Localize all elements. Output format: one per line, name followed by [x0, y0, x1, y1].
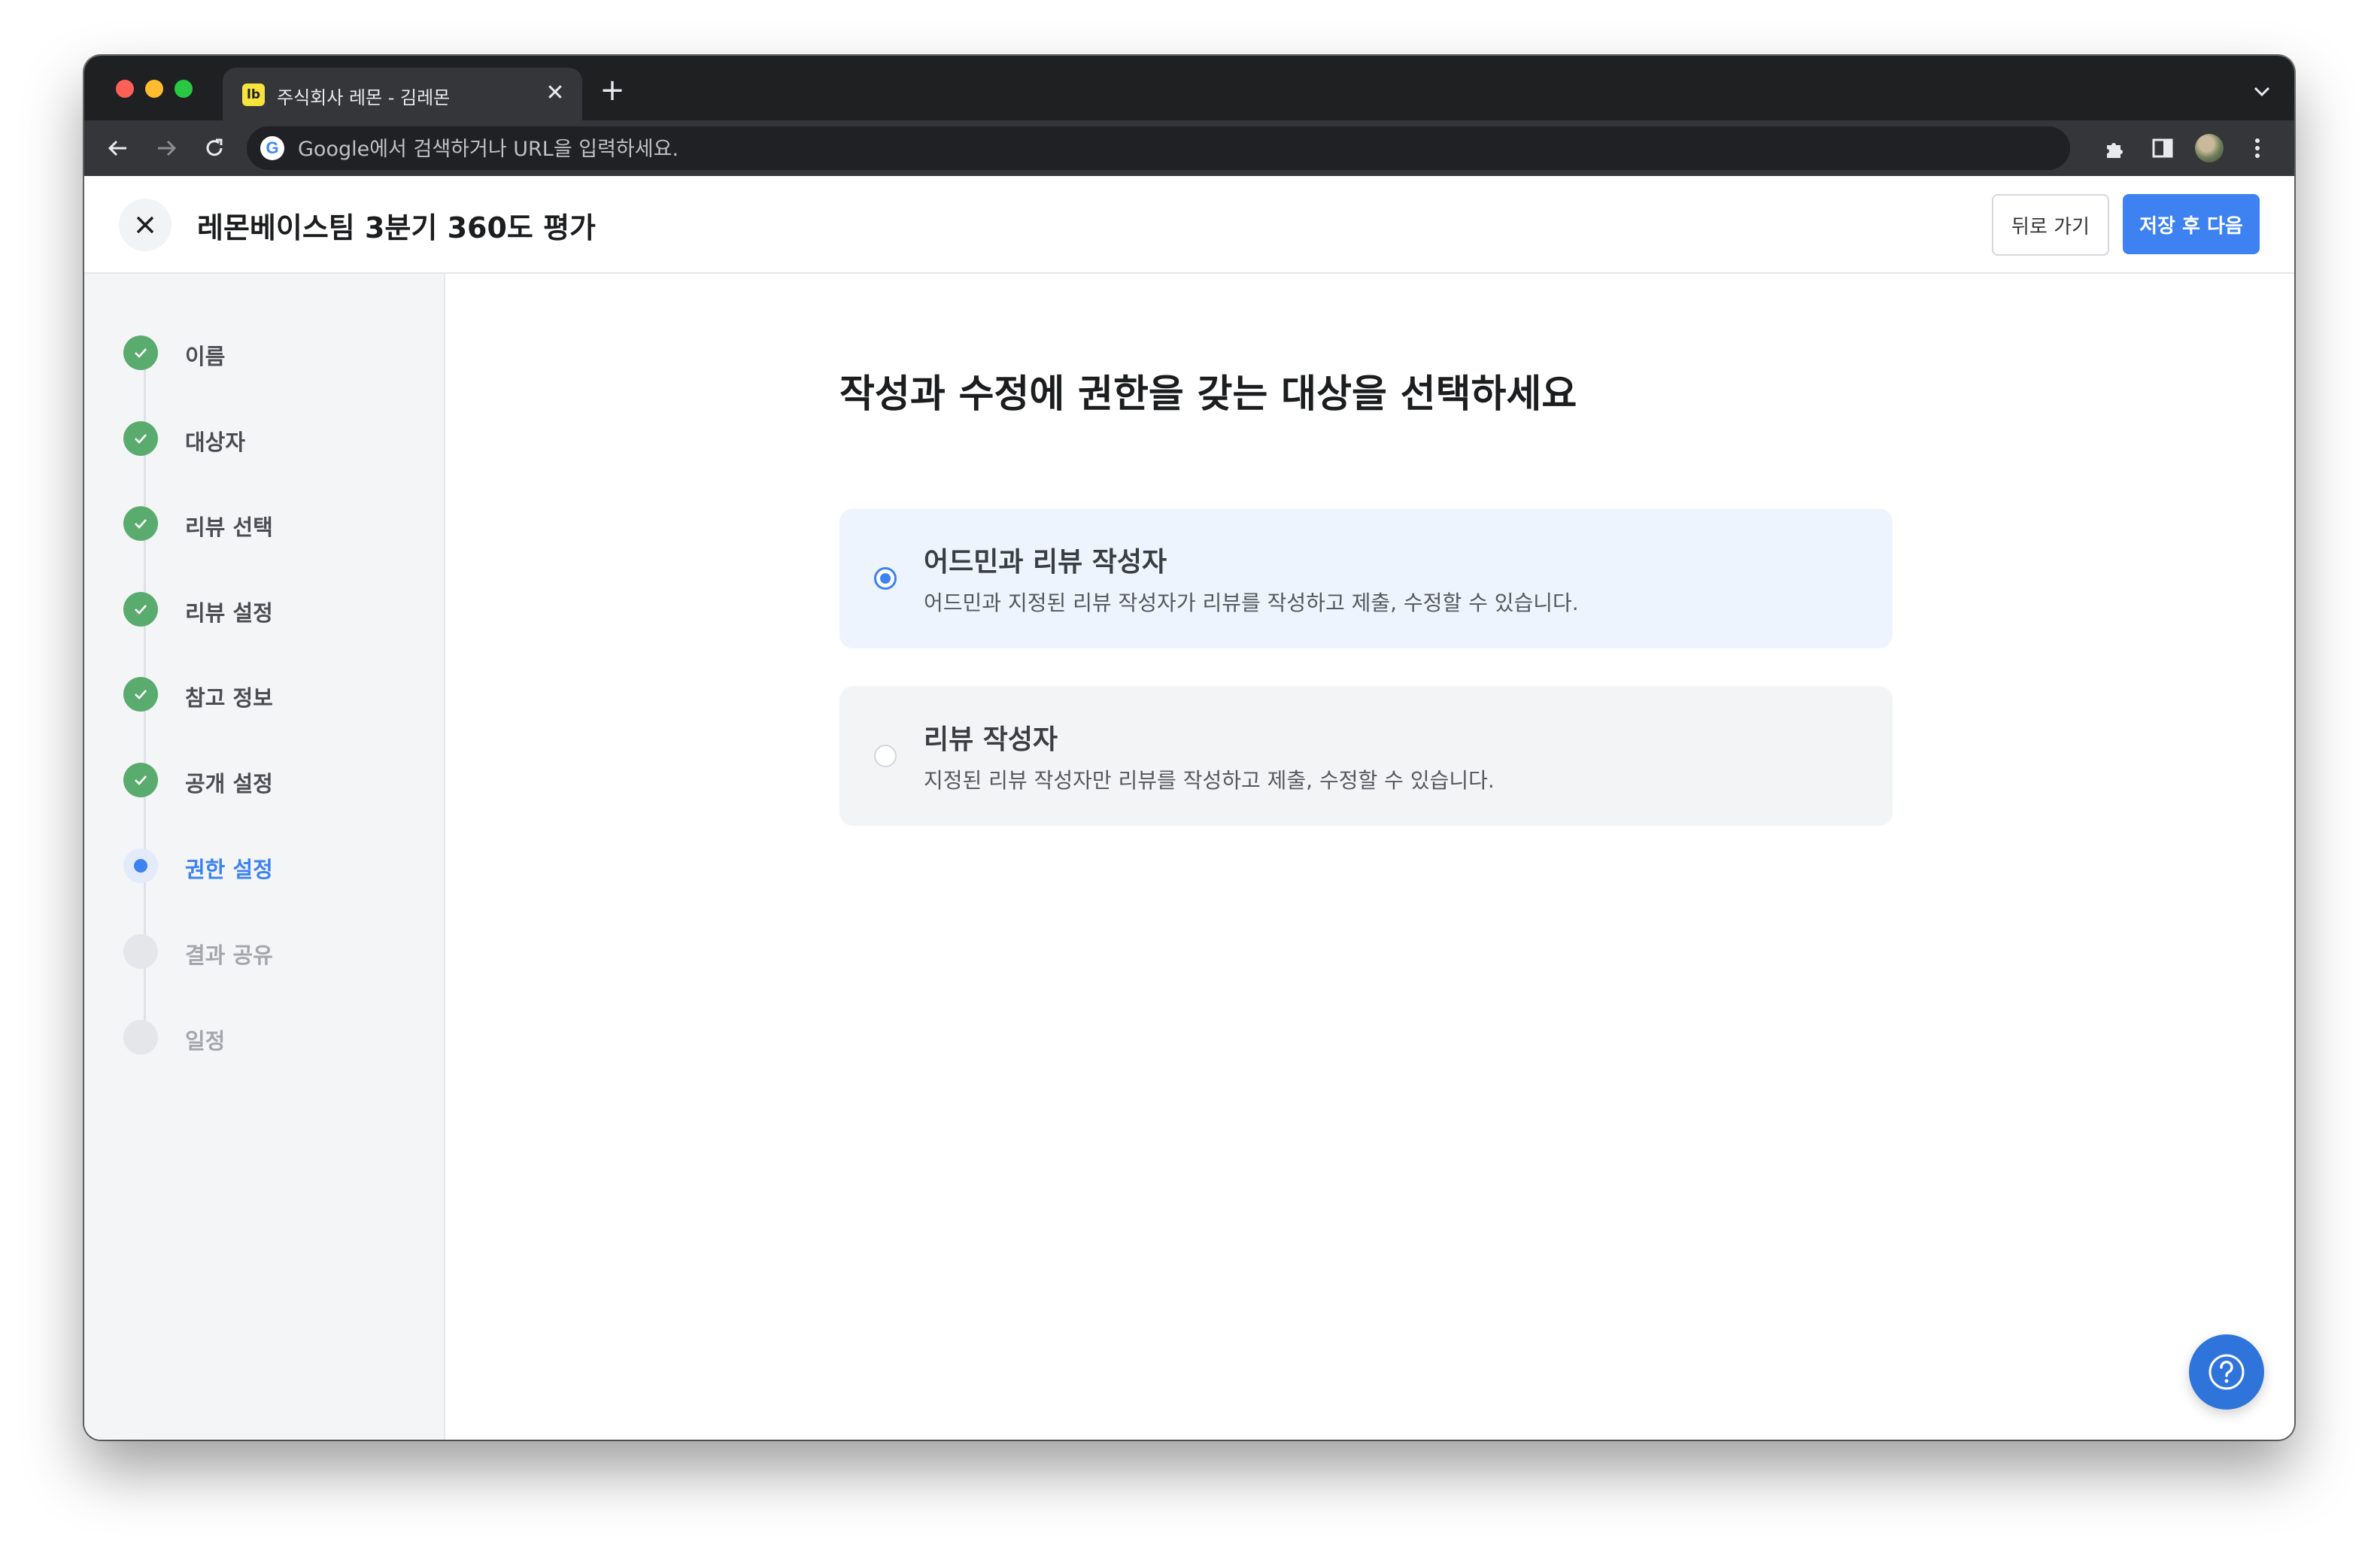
avatar[interactable]	[2190, 129, 2228, 167]
radio-button[interactable]	[874, 745, 897, 767]
tab-strip: lb 주식회사 레몬 - 김레몬 ✕ +	[84, 56, 2294, 120]
profile-avatar-icon	[2195, 134, 2224, 162]
app-header: 레몬베이스팀 3분기 360도 평가 뒤로 가기 저장 후 다음	[84, 176, 2294, 274]
back-arrow-icon[interactable]	[98, 128, 138, 168]
step-label: 이름	[185, 344, 226, 369]
option-description: 어드민과 지정된 리뷰 작성자가 리뷰를 작성하고 제출, 수정할 수 있습니다…	[924, 590, 1579, 615]
browser-window: lb 주식회사 레몬 - 김레몬 ✕ + G Google에서 검색하거나 UR…	[84, 56, 2294, 1440]
close-tab-icon[interactable]: ✕	[542, 80, 569, 107]
option-description: 지정된 리뷰 작성자만 리뷰를 작성하고 제출, 수정할 수 있습니다.	[924, 768, 1495, 793]
step-label: 리뷰 선택	[185, 514, 273, 540]
step-label: 대상자	[185, 429, 246, 455]
address-input[interactable]	[296, 126, 2029, 171]
step-permission-settings[interactable]: 권한 설정	[123, 844, 424, 888]
pending-step-dot-icon	[123, 1020, 158, 1055]
step-label: 결과 공유	[185, 942, 273, 968]
step-name[interactable]: 이름	[123, 331, 424, 375]
option-title: 어드민과 리뷰 작성자	[924, 547, 1167, 578]
step-label: 일정	[185, 1028, 226, 1054]
step-schedule[interactable]: 일정	[123, 1015, 424, 1059]
step-targets[interactable]: 대상자	[123, 417, 424, 460]
browser-toolbar: G	[84, 120, 2294, 176]
check-icon	[123, 506, 158, 541]
zoom-window-button[interactable]	[175, 80, 193, 98]
option-title: 리뷰 작성자	[924, 724, 1058, 755]
close-window-button[interactable]	[116, 80, 134, 98]
minimize-window-button[interactable]	[145, 80, 163, 98]
step-review-settings[interactable]: 리뷰 설정	[123, 587, 424, 631]
section-heading: 작성과 수정에 권한을 갖는 대상을 선택하세요	[839, 372, 1577, 417]
step-sidebar: 이름 대상자 리뷰 선택 리뷰 설정 참고 정보 공개 설정 권한 설정 결과	[84, 274, 445, 1440]
check-icon	[123, 421, 158, 456]
more-vertical-icon[interactable]	[2239, 129, 2276, 167]
close-button[interactable]	[119, 199, 172, 251]
step-label: 참고 정보	[185, 685, 273, 711]
favicon-icon: lb	[242, 83, 265, 106]
step-reference-info[interactable]: 참고 정보	[123, 672, 424, 716]
side-panel-icon[interactable]	[2144, 129, 2181, 167]
step-label: 권한 설정	[185, 857, 273, 882]
help-button[interactable]	[2189, 1334, 2264, 1410]
check-icon	[123, 335, 158, 370]
reload-icon[interactable]	[194, 128, 235, 168]
step-visibility-settings[interactable]: 공개 설정	[123, 758, 424, 802]
address-bar[interactable]: G	[247, 126, 2070, 171]
step-result-share[interactable]: 결과 공유	[123, 930, 424, 973]
chevron-down-icon[interactable]	[2251, 81, 2273, 101]
page-title: 레몬베이스팀 3분기 360도 평가	[197, 211, 597, 244]
check-icon	[123, 677, 158, 712]
check-icon	[123, 592, 158, 627]
tab-title: 주식회사 레몬 - 김레몬	[277, 87, 451, 108]
current-step-dot-icon	[123, 848, 158, 883]
pending-step-dot-icon	[123, 934, 158, 969]
close-icon	[136, 216, 154, 234]
option-reviewer-only[interactable]: 리뷰 작성자 지정된 리뷰 작성자만 리뷰를 작성하고 제출, 수정할 수 있습…	[839, 686, 1893, 826]
radio-button[interactable]	[874, 567, 897, 590]
step-review-select[interactable]: 리뷰 선택	[123, 502, 424, 545]
option-admin-and-reviewer[interactable]: 어드민과 리뷰 작성자 어드민과 지정된 리뷰 작성자가 리뷰를 작성하고 제출…	[839, 508, 1893, 648]
google-icon: G	[260, 136, 284, 160]
new-tab-button[interactable]: +	[597, 75, 627, 105]
main-content: 작성과 수정에 권한을 갖는 대상을 선택하세요 어드민과 리뷰 작성자 어드민…	[445, 274, 2294, 1440]
step-label: 공개 설정	[185, 771, 273, 797]
browser-tab[interactable]: lb 주식회사 레몬 - 김레몬 ✕	[223, 68, 582, 120]
save-next-button[interactable]: 저장 후 다음	[2123, 194, 2260, 254]
help-question-icon	[2208, 1354, 2245, 1390]
step-label: 리뷰 설정	[185, 600, 273, 626]
extensions-puzzle-icon[interactable]	[2096, 129, 2133, 167]
back-button[interactable]: 뒤로 가기	[1992, 194, 2109, 256]
forward-arrow-icon[interactable]	[146, 128, 187, 168]
check-icon	[123, 763, 158, 797]
